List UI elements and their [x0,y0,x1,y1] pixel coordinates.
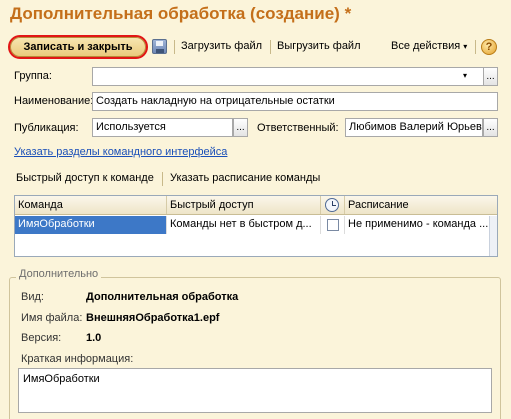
window-title: Дополнительная обработка (создание) * [10,4,352,23]
column-header-quick-access[interactable]: Быстрый доступ [167,196,321,214]
responsible-pick-button[interactable]: ... [483,118,498,137]
cell-command[interactable]: ИмяОбработки [15,216,167,234]
brief-info-label: Краткая информация: [21,353,134,365]
file-name-value: ВнешняяОбработка1.epf [86,312,220,324]
toolbar-separator [475,40,476,54]
version-value: 1.0 [86,332,102,344]
publication-label: Публикация: [14,122,79,134]
help-icon[interactable]: ? [481,39,497,55]
publication-pick-button[interactable]: ... [233,118,248,137]
group-field[interactable] [92,67,484,86]
clock-icon [325,198,339,212]
cell-schedule[interactable]: Не применимо - команда ... [345,216,491,234]
kind-value: Дополнительная обработка [86,291,239,303]
brief-info-field[interactable]: ИмяОбработки [18,368,492,413]
version-label: Версия: [21,332,62,344]
additional-legend: Дополнительно [16,268,102,280]
set-schedule-button[interactable]: Указать расписание команды [170,172,320,184]
toolbar-separator [162,172,163,186]
group-pick-button[interactable]: ... [483,67,498,86]
kind-label: Вид: [21,291,44,303]
cell-quick-access[interactable]: Команды нет в быстром д... [167,216,321,234]
table-header: Команда Быстрый доступ Расписание [15,196,497,215]
cell-scheduled[interactable] [321,216,345,234]
scheduled-checkbox[interactable] [327,219,339,231]
all-actions-label: Все действия [391,40,461,52]
save-and-close-button[interactable]: Записать и закрыть [8,35,148,59]
quick-access-button[interactable]: Быстрый доступ к команде [16,172,154,184]
download-file-button[interactable]: Выгрузить файл [277,40,361,52]
floppy-disk-icon[interactable] [152,39,167,54]
chevron-down-icon: ▾ [463,42,468,51]
chevron-down-icon[interactable]: ▾ [463,71,467,80]
column-header-command[interactable]: Команда [15,196,167,214]
commands-table[interactable]: Команда Быстрый доступ Расписание ИмяОбр… [14,195,498,257]
group-label: Группа: [14,70,52,82]
toolbar-separator [174,40,175,54]
column-header-schedule[interactable]: Расписание [345,196,499,214]
responsible-field[interactable]: Любимов Валерий Юрьевич [345,118,483,137]
name-label: Наименование: [14,95,94,107]
column-header-schedule-flag[interactable] [321,196,345,214]
toolbar-separator [270,40,271,54]
upload-file-button[interactable]: Загрузить файл [181,40,262,52]
file-name-label: Имя файла: [21,312,83,324]
all-actions-menu[interactable]: Все действия ▾ [391,40,467,52]
responsible-label: Ответственный: [257,122,339,134]
table-scrollbar[interactable] [489,216,497,256]
command-sections-link[interactable]: Указать разделы командного интерфейса [14,146,227,158]
publication-field[interactable]: Используется [92,118,233,137]
table-row[interactable]: ИмяОбработки Команды нет в быстром д... … [15,216,497,234]
name-field[interactable]: Создать накладную на отрицательные остат… [92,92,498,111]
